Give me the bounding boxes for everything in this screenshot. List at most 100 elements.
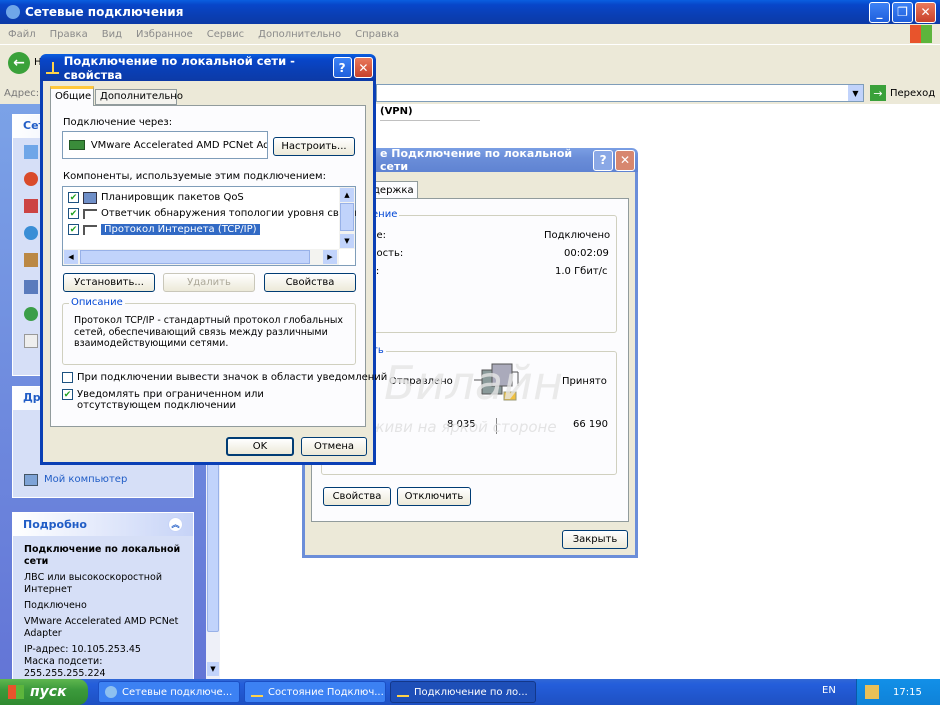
beeline-watermark-brand: Билайн — [384, 356, 564, 410]
ok-button[interactable]: OK — [226, 437, 294, 456]
received-value: 66 190 — [573, 419, 608, 430]
component-checkbox-0[interactable]: ✔ — [68, 192, 79, 203]
scroll-left-icon[interactable]: ◀ — [64, 250, 78, 264]
scroll-right-icon[interactable]: ▶ — [323, 250, 337, 264]
globe-icon[interactable] — [24, 307, 38, 321]
configure-button[interactable]: Настроить... — [273, 137, 355, 156]
details-body: Подключение по локальной сети ЛВС или вы… — [13, 536, 193, 688]
explorer-titlebar[interactable]: Сетевые подключения _ ❐ ✕ — [0, 0, 940, 24]
notify-icon-checkbox[interactable] — [62, 372, 73, 383]
connect-via-label: Подключение через: — [63, 117, 173, 128]
collapse-chevron-icon[interactable]: ︽ — [168, 517, 183, 532]
close-button[interactable]: ✕ — [915, 1, 936, 23]
details-name: Подключение по локальной сети — [24, 544, 181, 567]
status-close-dialog-button[interactable]: Закрыть — [562, 530, 628, 549]
start-windows-icon — [8, 685, 24, 699]
network-setup-icon[interactable] — [24, 226, 38, 240]
menu-file[interactable]: Файл — [8, 29, 36, 40]
component-item-1[interactable]: ✔ Ответчик обнаружения топологии уровня … — [68, 206, 357, 221]
taskbar-network-icon — [105, 686, 117, 698]
taskbar-status-icon — [251, 687, 263, 697]
my-computer-icon[interactable] — [24, 474, 38, 486]
menu-advanced[interactable]: Дополнительно — [258, 29, 341, 40]
component-label-2: Протокол Интернета (TCP/IP) — [101, 224, 260, 235]
network-card-icon — [69, 140, 85, 150]
component-checkbox-1[interactable]: ✔ — [68, 208, 79, 219]
status-disable-button[interactable]: Отключить — [397, 487, 471, 506]
props-dialog-title: Подключение по локальной сети - свойства — [63, 53, 295, 82]
taskbar-properties-icon — [397, 687, 409, 697]
network-folder-icon — [6, 5, 20, 19]
notify-icon-label: При подключении вывести значок в области… — [77, 372, 388, 383]
firewall-icon[interactable] — [24, 199, 38, 213]
notify-limited-label: Уведомлять при ограниченном или отсутств… — [77, 389, 264, 411]
properties-icon[interactable] — [24, 334, 38, 348]
adapter-name: VMware Accelerated AMD PCNet Ad — [90, 139, 267, 151]
protocol-icon — [83, 208, 97, 219]
details-header[interactable]: Подробно ︽ — [13, 513, 193, 536]
cancel-button[interactable]: Отмена — [301, 437, 367, 456]
address-label: Адрес: — [4, 87, 40, 99]
notify-limited-checkbox[interactable]: ✔ — [62, 389, 73, 400]
props-dialog-titlebar[interactable]: Подключение по локальной сети - свойства… — [40, 53, 376, 82]
restore-button[interactable]: ❐ — [892, 1, 913, 23]
vpn-underline — [380, 120, 480, 121]
task-icons-column — [24, 145, 40, 355]
component-item-0[interactable]: ✔ Планировщик пакетов QoS — [68, 190, 244, 205]
status-properties-button[interactable]: Свойства — [323, 487, 391, 506]
language-indicator[interactable]: EN — [822, 685, 836, 696]
status-row-value-0: Подключено — [544, 230, 611, 241]
back-button[interactable]: ← — [8, 52, 30, 74]
status-close-button[interactable]: ✕ — [615, 149, 635, 171]
adapter-field: VMware Accelerated AMD PCNet Ad — [62, 131, 268, 159]
view-connections-icon[interactable] — [24, 145, 38, 159]
scroll-thumb[interactable] — [340, 203, 354, 231]
menu-tools[interactable]: Сервис — [207, 29, 244, 40]
address-dropdown-icon[interactable]: ▼ — [848, 85, 863, 101]
clock[interactable]: 17:15 — [893, 687, 922, 698]
received-label: Принято — [562, 376, 607, 387]
menu-help[interactable]: Справка — [355, 29, 399, 40]
wizard-icon[interactable] — [24, 172, 38, 186]
tab-advanced[interactable]: Дополнительно — [95, 89, 183, 105]
start-button[interactable]: пуск — [0, 679, 88, 705]
scroll-up-icon[interactable]: ▲ — [340, 188, 354, 202]
props-close-button[interactable]: ✕ — [353, 57, 373, 78]
status-row-value-2: 1.0 Гбит/с — [555, 266, 608, 277]
bridge-icon[interactable] — [24, 280, 38, 294]
sidebar-scroll-down-icon[interactable]: ▼ — [207, 662, 219, 676]
qos-icon — [83, 191, 97, 204]
notify-icon-option[interactable]: При подключении вывести значок в области… — [62, 372, 387, 383]
notify-limited-option[interactable]: ✔ Уведомлять при ограниченном или отсутс… — [62, 389, 337, 411]
tray-network-icon[interactable] — [865, 685, 879, 699]
menu-favorites[interactable]: Избранное — [136, 29, 193, 40]
menu-bar: Файл Правка Вид Избранное Сервис Дополни… — [0, 24, 940, 44]
repair-icon[interactable] — [24, 253, 38, 267]
details-panel: Подробно ︽ Подключение по локальной сети… — [12, 512, 194, 680]
status-dialog-title: е Подключение по локальной сети — [380, 147, 573, 173]
properties-button[interactable]: Свойства — [264, 273, 356, 292]
vpn-label: (VPN) — [380, 106, 413, 117]
taskbar-item-status[interactable]: Состояние Подключ... — [244, 681, 386, 703]
component-checkbox-2[interactable]: ✔ — [68, 224, 79, 235]
props-help-button[interactable]: ? — [332, 57, 352, 78]
status-tab-support[interactable]: держка — [370, 181, 418, 199]
tcpip-protocol-icon — [83, 224, 97, 235]
component-label-1: Ответчик обнаружения топологии уровня св… — [101, 208, 357, 219]
my-computer-link[interactable]: Мой компьютер — [44, 474, 127, 485]
taskbar-item-network[interactable]: Сетевые подключе... — [98, 681, 240, 703]
scroll-down-icon[interactable]: ▼ — [340, 234, 354, 248]
remove-button: Удалить — [163, 273, 255, 292]
details-adapter: VMware Accelerated AMD PCNet Adapter — [24, 616, 179, 639]
component-item-2[interactable]: ✔ Протокол Интернета (TCP/IP) — [68, 222, 260, 237]
install-button[interactable]: Установить... — [63, 273, 155, 292]
taskbar-item-properties[interactable]: Подключение по ло... — [390, 681, 536, 703]
go-button[interactable]: → Переход — [870, 84, 935, 102]
minimize-button[interactable]: _ — [869, 1, 890, 23]
menu-view[interactable]: Вид — [102, 29, 122, 40]
hscroll-thumb[interactable] — [80, 250, 310, 264]
menu-edit[interactable]: Правка — [50, 29, 88, 40]
address-input[interactable] — [376, 84, 864, 102]
status-help-button[interactable]: ? — [593, 149, 614, 171]
tab-general[interactable]: Общие — [50, 86, 94, 106]
